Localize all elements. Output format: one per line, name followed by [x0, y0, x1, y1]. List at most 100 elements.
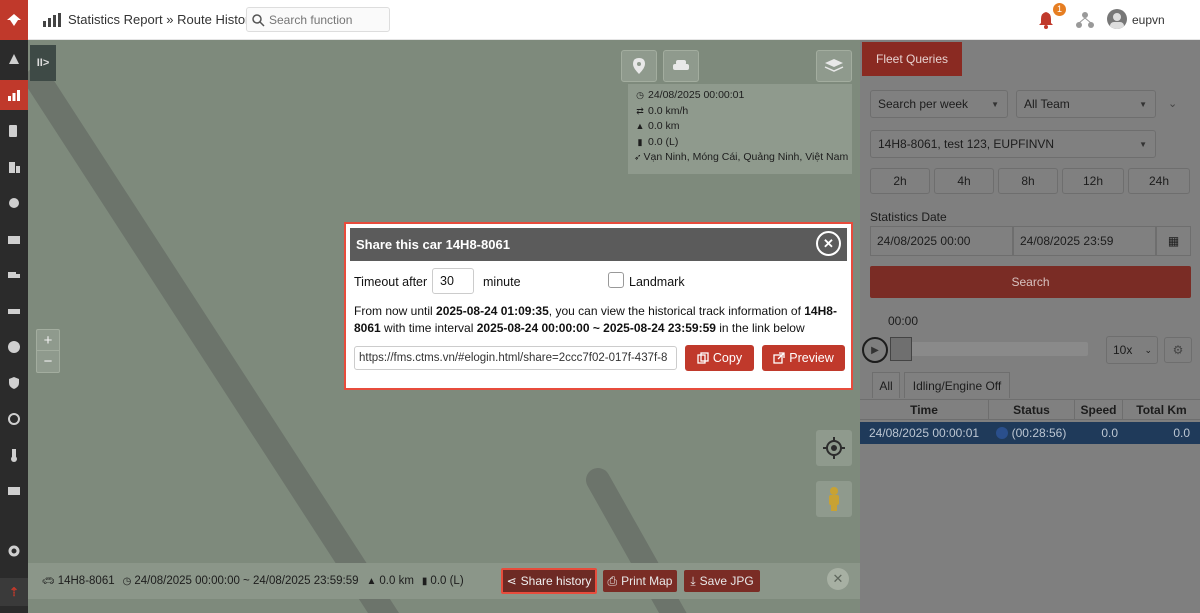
date-from-input[interactable]: 24/08/2025 00:00: [870, 226, 1013, 256]
close-icon[interactable]: ✕: [816, 231, 841, 256]
table-row[interactable]: 24/08/2025 00:00:01 (00:28:56) 0.0 0.0: [860, 422, 1200, 444]
subtab-idling[interactable]: Idling/Engine Off: [904, 372, 1010, 398]
desc-part-3: with time interval: [380, 321, 477, 335]
sidebar-collapse-icon[interactable]: ⇡: [0, 578, 28, 606]
speed-arrows-icon: ⇄: [636, 105, 644, 116]
close-summary-button[interactable]: ✕: [827, 568, 849, 590]
breadcrumb: Statistics Report » Route History: [68, 12, 256, 27]
zoom-in-button[interactable]: +: [37, 330, 59, 351]
sidebar-thermometer-icon[interactable]: [0, 440, 28, 470]
range-2h-button[interactable]: 2h: [870, 168, 930, 194]
org-tree-icon[interactable]: [1076, 11, 1094, 29]
expand-chevron-icon[interactable]: ⌄: [1168, 97, 1177, 110]
share-link-input[interactable]: [354, 346, 677, 370]
cell-total-km: 0.0: [1173, 426, 1190, 440]
function-search-box[interactable]: [246, 7, 390, 32]
date-to-input[interactable]: 24/08/2025 23:59: [1013, 226, 1156, 256]
cell-status: (00:28:56): [988, 422, 1074, 444]
marker-button[interactable]: [621, 50, 657, 82]
sidebar-report-icon[interactable]: [0, 80, 28, 110]
tab-fleet-queries[interactable]: Fleet Queries: [862, 42, 962, 76]
clock-icon: ◷: [636, 90, 644, 100]
cell-status-text: (00:28:56): [1011, 426, 1067, 440]
col-status[interactable]: Status: [988, 400, 1074, 419]
breadcrumb-separator: »: [166, 12, 174, 27]
layers-button[interactable]: [816, 50, 852, 82]
col-time[interactable]: Time: [860, 400, 988, 419]
summary-plate: 14H8-8061: [57, 575, 115, 587]
team-select[interactable]: All Team ▼: [1016, 90, 1156, 118]
save-jpg-button[interactable]: ⤓ Save JPG: [684, 570, 760, 592]
playback-timer: 00:00: [888, 314, 919, 328]
minute-label: minute: [483, 275, 521, 289]
breadcrumb-current: Route History: [177, 12, 256, 27]
position-info-box: ◷ 24/08/2025 00:00:01 ⇄ 0.0 km/h ▲ 0.0 km ▮…: [628, 84, 852, 174]
print-map-label: Print Map: [621, 574, 673, 588]
vehicle-select[interactable]: 14H8-8061, test 123, EUPFINVN ▼: [870, 130, 1156, 158]
layers-icon: [824, 59, 844, 72]
sidebar-briefcase-icon[interactable]: [0, 224, 28, 254]
breadcrumb-parent[interactable]: Statistics Report: [68, 12, 163, 27]
summary-distance: 0.0 km: [379, 575, 414, 587]
fuel-icon: ▮: [421, 575, 428, 587]
sidebar-building-icon[interactable]: [0, 152, 28, 182]
range-12h-button[interactable]: 12h: [1062, 168, 1124, 194]
copy-icon: [697, 352, 709, 364]
play-icon[interactable]: ▶: [862, 337, 888, 363]
preview-button[interactable]: Preview: [762, 345, 845, 371]
range-24h-button[interactable]: 24h: [1128, 168, 1190, 194]
landmark-label[interactable]: Landmark: [629, 275, 685, 289]
cell-time: 24/08/2025 00:00:01: [868, 426, 980, 440]
range-4h-button[interactable]: 4h: [934, 168, 994, 194]
bell-icon[interactable]: [1036, 10, 1056, 30]
search-input[interactable]: [269, 12, 379, 27]
username[interactable]: eupvn: [1132, 13, 1165, 27]
copy-button[interactable]: Copy: [685, 345, 754, 371]
playback-slider-handle[interactable]: [890, 337, 912, 361]
subtab-all[interactable]: All: [872, 372, 900, 398]
sidebar-truck-icon[interactable]: [0, 260, 28, 290]
desc-part-2: , you can view the historical track info…: [548, 304, 805, 318]
notification-badge: 1: [1053, 3, 1066, 16]
col-total-km[interactable]: Total Km: [1122, 400, 1200, 419]
timeout-input[interactable]: [432, 268, 474, 294]
location-arrow-icon: ➶: [634, 152, 642, 162]
period-select-value: Search per week: [878, 97, 969, 111]
playback-speed-select[interactable]: 10x ⌄: [1106, 336, 1158, 364]
search-button[interactable]: Search: [870, 266, 1191, 298]
sidebar-user-icon[interactable]: [0, 332, 28, 362]
col-speed[interactable]: Speed: [1074, 400, 1122, 419]
desc-part-1: From now until: [354, 304, 437, 318]
street-view-button[interactable]: [816, 481, 852, 517]
zoom-control: + −: [36, 329, 60, 373]
landmark-checkbox[interactable]: [608, 272, 624, 288]
calendar-icon[interactable]: ▦: [1156, 226, 1191, 256]
sidebar-gear-icon[interactable]: [0, 536, 28, 566]
print-map-button[interactable]: ⎙ Print Map: [603, 570, 677, 592]
sidebar-map-icon[interactable]: [0, 44, 28, 74]
period-select[interactable]: Search per week ▼: [870, 90, 1008, 118]
share-history-button[interactable]: ⋖ Share history: [501, 568, 597, 594]
vehicle-select-value: 14H8-8061, test 123, EUPFINVN: [878, 137, 1055, 151]
range-8h-button[interactable]: 8h: [998, 168, 1058, 194]
table-header: Time Status Speed Total Km: [860, 399, 1200, 420]
statistics-date-label: Statistics Date: [870, 210, 947, 224]
sidebar-vehicle-icon[interactable]: [0, 296, 28, 326]
panel-toggle-button[interactable]: II>: [30, 45, 56, 81]
gear-icon[interactable]: ⚙: [1164, 337, 1192, 363]
sidebar-shield-icon[interactable]: [0, 368, 28, 398]
location-pin-icon: [633, 58, 645, 74]
zoom-out-button[interactable]: −: [37, 351, 59, 372]
share-car-modal: Share this car 14H8-8061 ✕ Timeout after…: [344, 222, 853, 390]
sidebar-chat-icon[interactable]: [0, 188, 28, 218]
sidebar-fuel-icon[interactable]: [0, 116, 28, 146]
sidebar-delivery-icon[interactable]: [0, 476, 28, 506]
playback-slider[interactable]: [890, 342, 1088, 356]
app-logo-icon[interactable]: [0, 0, 28, 40]
sidebar-settings-car-icon[interactable]: [0, 404, 28, 434]
modal-title: Share this car 14H8-8061: [356, 237, 510, 252]
avatar[interactable]: [1107, 9, 1127, 29]
locate-button[interactable]: [816, 430, 852, 466]
vehicle-button[interactable]: [663, 50, 699, 82]
search-icon: [252, 13, 265, 27]
